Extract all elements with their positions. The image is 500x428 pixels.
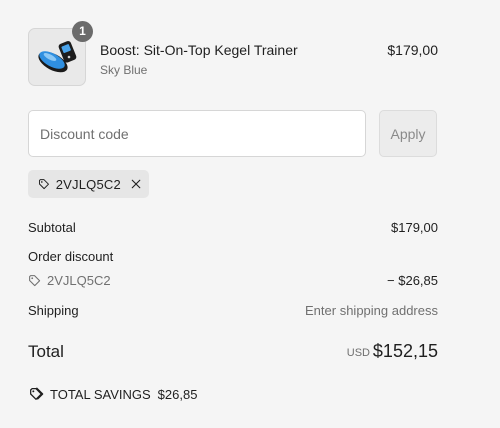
order-discount-code: 2VJLQ5C2 <box>28 273 111 288</box>
applied-discount-code: 2VJLQ5C2 <box>55 176 121 192</box>
applied-discount-chip: 2VJLQ5C2 <box>28 170 149 198</box>
total-savings: TOTAL SAVINGS $26,85 <box>28 386 197 402</box>
total-label: Total <box>28 342 64 361</box>
product-thumbnail: 1 <box>28 21 93 86</box>
shipping-value: Enter shipping address <box>305 303 438 318</box>
savings-value: $26,85 <box>157 386 198 402</box>
order-discount-code-text: 2VJLQ5C2 <box>47 273 111 288</box>
tag-icon <box>38 179 49 190</box>
order-discount-value: − $26,85 <box>387 273 438 288</box>
tag-icon <box>29 275 41 287</box>
savings-label: TOTAL SAVINGS <box>50 386 151 402</box>
close-icon[interactable] <box>131 178 141 190</box>
shipping-label: Shipping <box>28 303 79 318</box>
total-currency: USD <box>346 347 370 359</box>
total-value: $152,15 <box>372 341 438 361</box>
apply-button[interactable]: Apply <box>379 110 437 157</box>
subtotal-label: Subtotal <box>28 220 76 235</box>
discount-code-input[interactable] <box>28 110 366 157</box>
product-variant: Sky Blue <box>100 63 148 77</box>
product-name: Boost: Sit-On-Top Kegel Trainer <box>100 42 298 58</box>
product-price: $179,00 <box>387 42 438 58</box>
quantity-badge: 1 <box>72 21 93 42</box>
double-tag-icon <box>30 387 44 400</box>
order-discount-label: Order discount <box>28 249 114 264</box>
cart-line-item: 1 Boost: Sit-On-Top Kegel Trainer Sky Bl… <box>28 21 438 88</box>
subtotal-value: $179,00 <box>391 220 438 235</box>
